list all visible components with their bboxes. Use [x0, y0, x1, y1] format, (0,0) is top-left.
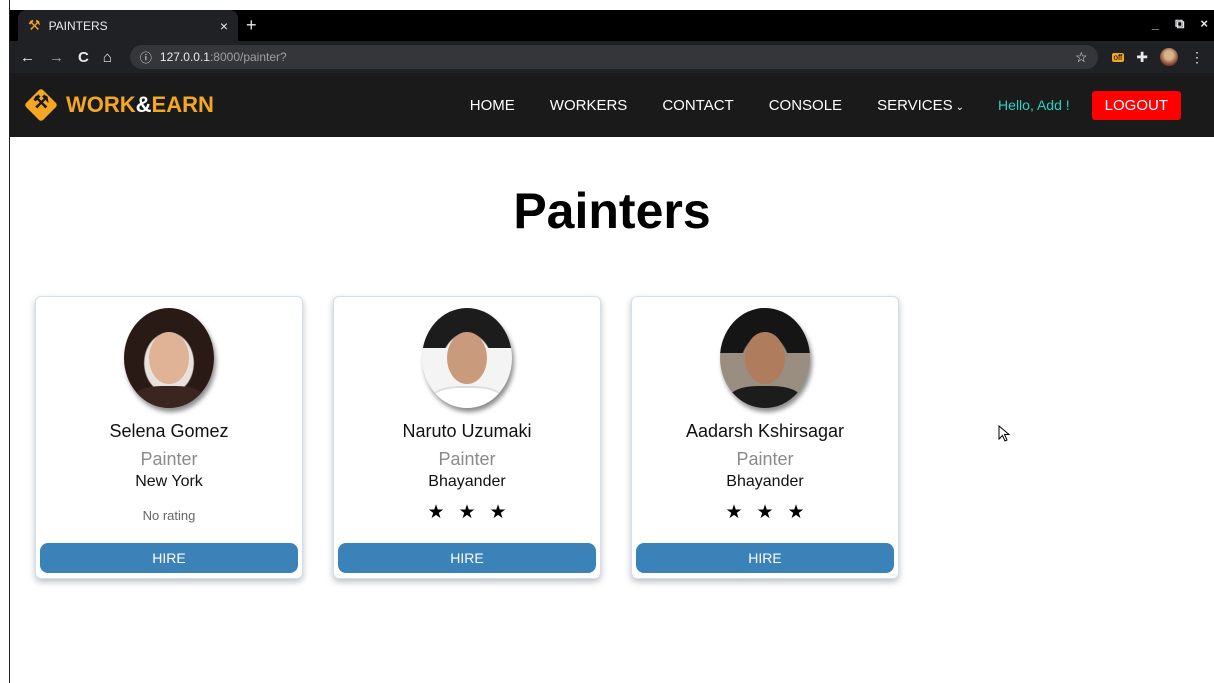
worker-card: Selena Gomez Painter New York No rating …	[35, 296, 303, 579]
new-tab-icon[interactable]: +	[246, 15, 257, 36]
worker-card: Aadarsh Kshirsagar Painter Bhayander ★★★…	[631, 296, 899, 579]
tab-bar: ⚒ PAINTERS × + _ ⧉ ×	[10, 10, 1214, 41]
tab-close-icon[interactable]: ×	[220, 18, 228, 34]
menu-icon[interactable]: ⋮	[1190, 49, 1204, 66]
puzzle-icon[interactable]: ✚	[1136, 49, 1148, 66]
worker-name: Aadarsh Kshirsagar	[685, 421, 845, 441]
nav-home[interactable]: HOME	[470, 97, 515, 114]
mouse-cursor-icon	[998, 425, 1011, 442]
url-path: :8000/painter?	[209, 50, 287, 64]
logout-button[interactable]: LOGOUT	[1091, 90, 1181, 120]
window-close-icon[interactable]: ×	[1200, 16, 1208, 32]
worker-avatar	[422, 308, 512, 408]
brand[interactable]: ⚒ WORK&EARN	[24, 88, 214, 122]
browser-tab[interactable]: ⚒ PAINTERS ×	[18, 10, 238, 41]
worker-card: Naruto Uzumaki Painter Bhayander ★★★ HIR…	[333, 296, 601, 579]
nav-contact[interactable]: CONTACT	[662, 97, 733, 114]
bookmark-star-icon[interactable]: ☆	[1075, 49, 1088, 66]
extension-off-icon[interactable]: off	[1111, 52, 1125, 62]
back-icon[interactable]: ←	[20, 49, 35, 66]
nav-workers[interactable]: WORKERS	[550, 97, 628, 114]
address-bar: ← → C ⌂ ⓘ 127.0.0.1 :8000/painter? ☆ off…	[10, 41, 1214, 73]
window-edge	[0, 0, 10, 683]
minimize-icon[interactable]: _	[1152, 16, 1159, 32]
info-icon[interactable]: ⓘ	[140, 49, 152, 66]
worker-role: Painter	[140, 449, 198, 469]
page-title: Painters	[513, 183, 711, 239]
user-greeting: Hello, Add !	[998, 97, 1070, 113]
profile-avatar-icon[interactable]	[1160, 48, 1178, 66]
worker-role: Painter	[736, 449, 794, 469]
forward-icon[interactable]: →	[49, 49, 64, 66]
brand-logo-icon: ⚒	[24, 88, 58, 122]
brand-name: WORK&EARN	[66, 92, 214, 117]
worker-city: Bhayander	[726, 473, 804, 490]
hammer-wrench-icon: ⚒	[28, 17, 41, 33]
nav-services[interactable]: SERVICES ⌄	[877, 97, 964, 114]
tab-title: PAINTERS	[48, 18, 108, 33]
chevron-down-icon: ⌄	[955, 101, 965, 113]
worker-role: Painter	[438, 449, 496, 469]
worker-name: Naruto Uzumaki	[402, 421, 532, 441]
browser-chrome: ⚒ PAINTERS × + _ ⧉ × ← → C ⌂ ⓘ 127.0.0.1…	[10, 10, 1214, 73]
worker-name: Selena Gomez	[109, 421, 229, 441]
star-rating: ★★★	[725, 502, 819, 523]
star-rating: ★★★	[427, 502, 521, 523]
hire-button[interactable]: HIRE	[40, 543, 298, 573]
hire-button[interactable]: HIRE	[338, 543, 596, 573]
site-navbar: ⚒ WORK&EARN HOME WORKERS CONTACT CONSOLE…	[10, 73, 1214, 137]
worker-city: New York	[135, 473, 203, 490]
extensions-area: off ✚ ⋮	[1111, 48, 1204, 66]
window-controls: _ ⧉ ×	[1152, 16, 1208, 32]
nav-services-label: SERVICES	[877, 96, 953, 114]
reload-icon[interactable]: C	[78, 49, 89, 66]
worker-city: Bhayander	[428, 473, 506, 490]
rating-text: No rating	[142, 508, 196, 523]
nav-links: HOME WORKERS CONTACT CONSOLE SERVICES ⌄ H…	[470, 90, 1181, 120]
home-icon[interactable]: ⌂	[103, 49, 112, 66]
maximize-icon[interactable]: ⧉	[1175, 16, 1184, 32]
url-host: 127.0.0.1	[159, 50, 210, 64]
worker-avatar	[720, 308, 810, 408]
nav-console[interactable]: CONSOLE	[769, 97, 842, 114]
worker-avatar	[124, 308, 214, 408]
hire-button[interactable]: HIRE	[636, 543, 894, 573]
url-input[interactable]: ⓘ 127.0.0.1 :8000/painter? ☆	[129, 45, 1098, 69]
